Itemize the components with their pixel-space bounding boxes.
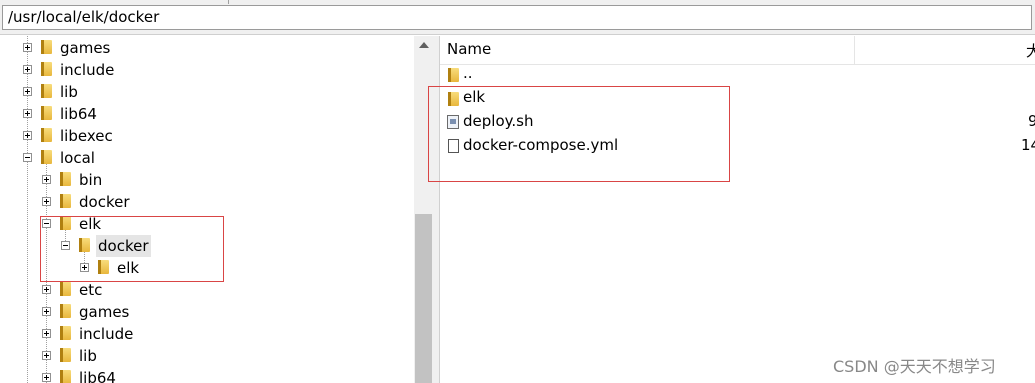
tree-item-label: lib	[79, 347, 97, 365]
folder-icon	[60, 194, 71, 208]
column-header: Name 大	[440, 36, 1035, 65]
file-size: 14	[1021, 136, 1035, 154]
tree-item-label: bin	[79, 171, 103, 189]
tree-item-label: lib64	[79, 369, 116, 383]
expand-icon[interactable]	[23, 87, 32, 96]
folder-icon	[60, 216, 71, 230]
tree-item-label: games	[79, 303, 130, 321]
file-size: 9	[1028, 112, 1035, 130]
folder-icon	[41, 106, 52, 120]
pane-splitter[interactable]	[433, 36, 440, 383]
scrollbar-thumb[interactable]	[415, 214, 432, 383]
expand-icon[interactable]	[42, 285, 51, 294]
tree-item-label: include	[60, 61, 115, 79]
folder-up-icon	[448, 68, 459, 82]
expand-icon[interactable]	[80, 263, 89, 272]
tree-item-label: lib64	[60, 105, 97, 123]
tree-item-label: games	[60, 39, 111, 57]
folder-icon	[41, 62, 52, 76]
folder-icon	[60, 282, 71, 296]
expand-icon[interactable]	[23, 109, 32, 118]
file-name: ..	[463, 64, 473, 82]
folder-icon	[60, 304, 71, 318]
tree-item-label-selected: docker	[96, 235, 151, 257]
file-row-docker-compose[interactable]: docker-compose.yml 14	[440, 135, 1035, 159]
divider	[228, 0, 229, 4]
expand-icon[interactable]	[42, 351, 51, 360]
file-row-deploy-sh[interactable]: deploy.sh 9	[440, 111, 1035, 135]
tree-item-label: elk	[117, 259, 140, 277]
expand-icon[interactable]	[42, 329, 51, 338]
folder-icon	[448, 92, 459, 106]
tree-item-label: etc	[79, 281, 103, 299]
tree-item-label: local	[60, 149, 95, 167]
tree-item-label: docker	[79, 193, 130, 211]
document-file-icon	[448, 139, 459, 153]
folder-icon	[79, 238, 90, 252]
tree-item-label: libexec	[60, 127, 113, 145]
collapse-icon[interactable]	[42, 219, 51, 228]
column-header-name[interactable]: Name	[447, 40, 491, 58]
path-input[interactable]: /usr/local/elk/docker	[2, 5, 1032, 30]
expand-icon[interactable]	[42, 373, 51, 382]
expand-icon[interactable]	[42, 175, 51, 184]
folder-icon	[41, 40, 52, 54]
file-row-elk[interactable]: elk	[440, 87, 1035, 111]
folder-icon	[41, 84, 52, 98]
folder-icon	[41, 150, 52, 164]
column-divider[interactable]	[854, 36, 855, 64]
path-bar: /usr/local/elk/docker	[0, 0, 1035, 35]
watermark: CSDN @天天不想学习	[833, 357, 996, 376]
tree-item-label: elk	[79, 215, 102, 233]
expand-icon[interactable]	[42, 307, 51, 316]
folder-icon	[98, 260, 109, 274]
scroll-up-arrow-icon[interactable]	[419, 42, 429, 48]
file-list: Name 大 .. elk deploy.sh 9 docker-compose…	[428, 36, 1035, 383]
expand-icon[interactable]	[23, 65, 32, 74]
expand-icon[interactable]	[42, 197, 51, 206]
file-name: deploy.sh	[463, 112, 534, 130]
tree-item-label: include	[79, 325, 134, 343]
folder-icon	[41, 128, 52, 142]
folder-icon	[60, 326, 71, 340]
collapse-icon[interactable]	[23, 153, 32, 162]
folder-icon	[60, 370, 71, 383]
tree-scrollbar[interactable]	[414, 36, 433, 383]
tree-item-label: lib	[60, 83, 78, 101]
expand-icon[interactable]	[23, 43, 32, 52]
folder-icon	[60, 172, 71, 186]
file-name: elk	[463, 88, 486, 106]
file-name: docker-compose.yml	[463, 136, 619, 154]
file-row-parent[interactable]: ..	[440, 63, 1035, 87]
column-header-size[interactable]: 大	[1026, 40, 1035, 61]
expand-icon[interactable]	[23, 131, 32, 140]
script-file-icon	[447, 115, 459, 129]
collapse-icon[interactable]	[61, 241, 70, 250]
folder-icon	[60, 348, 71, 362]
directory-tree: games include lib lib64 libexec local bi…	[0, 36, 414, 383]
